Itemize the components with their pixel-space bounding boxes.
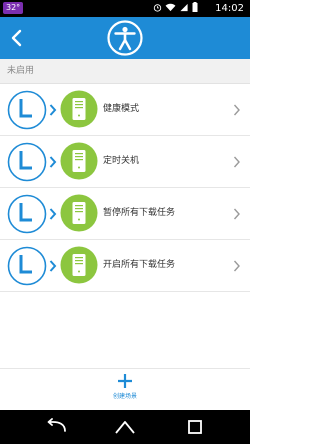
scene-list: 健康模式 定时关机 暂停所有下载任务 开启所有下载任务 <box>0 84 250 292</box>
system-nav-bar <box>0 410 250 444</box>
section-header-disabled: 未启用 <box>0 59 250 84</box>
device-icon <box>60 90 98 128</box>
clock-icon <box>7 246 47 286</box>
device-icon <box>60 246 98 284</box>
create-scene-bar: 创建场景 <box>0 368 250 411</box>
chevron-right-icon <box>233 104 240 116</box>
arrow-right-icon <box>49 104 57 116</box>
clock-icon <box>7 142 47 182</box>
device-icon <box>60 142 98 180</box>
create-scene-label: 创建场景 <box>112 393 137 400</box>
scene-row[interactable]: 定时关机 <box>0 136 250 188</box>
chevron-right-icon <box>233 260 240 272</box>
scene-row[interactable]: 暂停所有下载任务 <box>0 188 250 240</box>
alarm-icon <box>153 3 162 12</box>
scene-label: 暂停所有下载任务 <box>103 208 176 218</box>
wifi-icon <box>165 3 176 11</box>
clock-time: 14:02 <box>215 3 244 14</box>
home-nav-icon[interactable] <box>112 418 138 436</box>
app-bar <box>0 17 250 59</box>
device-icon <box>60 194 98 232</box>
arrow-right-icon <box>49 260 57 272</box>
chevron-right-icon <box>233 156 240 168</box>
scene-row[interactable]: 开启所有下载任务 <box>0 240 250 292</box>
scene-row[interactable]: 健康模式 <box>0 84 250 136</box>
create-scene-button[interactable]: 创建场景 <box>105 373 145 407</box>
clock-icon <box>7 90 47 130</box>
battery-icon <box>192 2 198 12</box>
back-button[interactable] <box>6 26 28 50</box>
person-accessibility-icon <box>107 20 143 56</box>
scene-label: 健康模式 <box>103 104 140 114</box>
clock-icon <box>7 194 47 234</box>
temperature-badge: 32° <box>3 2 24 14</box>
plus-icon <box>118 374 132 388</box>
status-icons <box>153 2 198 12</box>
scene-label: 定时关机 <box>103 156 140 166</box>
arrow-right-icon <box>49 208 57 220</box>
back-nav-icon[interactable] <box>44 418 70 436</box>
chevron-right-icon <box>233 208 240 220</box>
recents-nav-icon[interactable] <box>182 418 208 436</box>
status-bar: 32° 14:02 <box>0 0 250 17</box>
scene-label: 开启所有下载任务 <box>103 260 176 270</box>
signal-icon <box>180 3 188 11</box>
arrow-right-icon <box>49 156 57 168</box>
